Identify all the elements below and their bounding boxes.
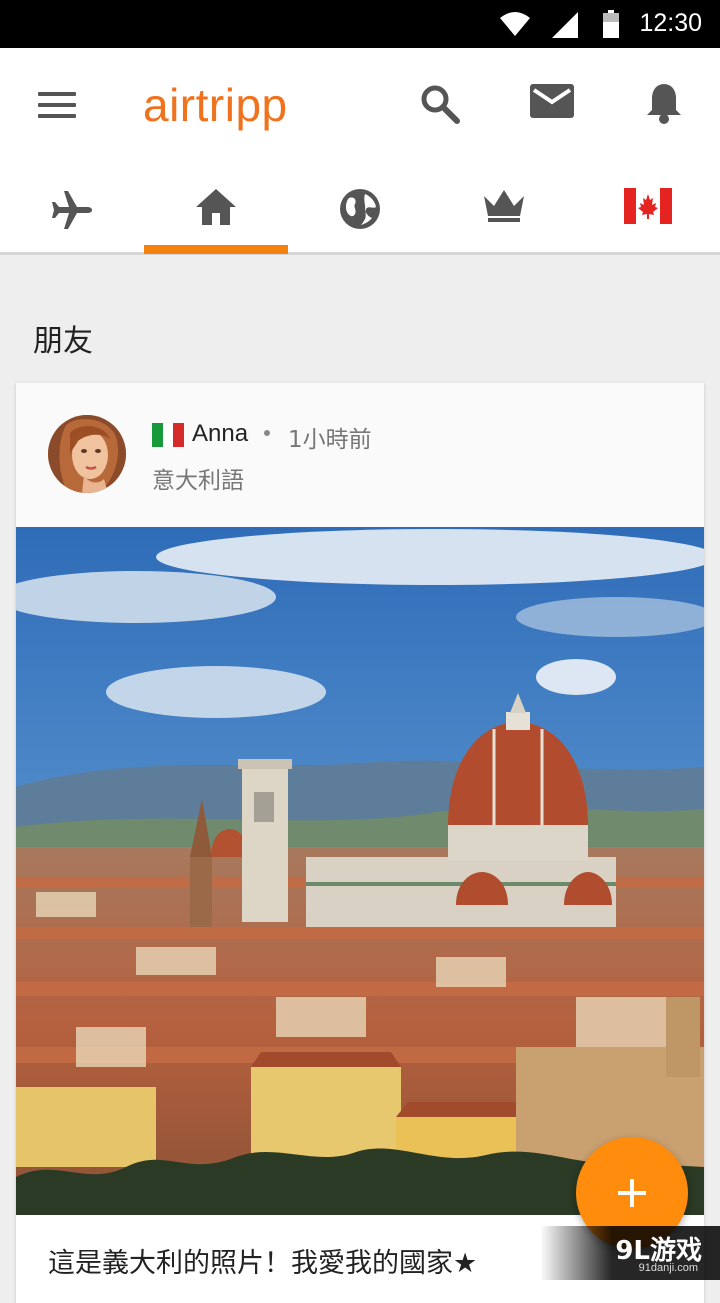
post-photo[interactable] (16, 527, 704, 1215)
section-title: 朋友 (33, 324, 93, 359)
app-bar: airtripp (0, 48, 720, 255)
status-bar: 12:30 (0, 0, 720, 48)
canada-flag-icon (624, 188, 672, 224)
battery-icon (603, 10, 619, 38)
globe-icon (340, 189, 380, 229)
post-author[interactable]: Anna (192, 420, 248, 448)
tab-premium[interactable] (432, 188, 576, 252)
plus-icon (618, 1179, 646, 1207)
search-icon[interactable] (420, 84, 460, 124)
tab-country[interactable] (576, 188, 720, 252)
menu-icon[interactable] (38, 92, 76, 118)
tab-explore[interactable] (288, 188, 432, 252)
avatar-image (48, 415, 126, 493)
status-time: 12:30 (639, 9, 702, 37)
bell-icon[interactable] (646, 82, 682, 124)
crown-icon (484, 190, 524, 222)
tab-home[interactable] (144, 188, 288, 252)
mail-icon[interactable] (530, 84, 574, 118)
tab-flights[interactable] (0, 188, 144, 252)
italy-flag-icon (152, 423, 185, 447)
post-language: 意大利語 (152, 468, 244, 494)
florence-cityscape-image (16, 527, 704, 1215)
airplane-icon (52, 191, 92, 229)
post-header: Anna 1小時前 意大利語 (16, 383, 704, 527)
post-caption: 這是義大利的照片！我愛我的國家★ (48, 1248, 478, 1279)
post-time: 1小時前 (288, 427, 372, 453)
cellular-signal-icon (552, 12, 578, 38)
wifi-icon (500, 12, 530, 36)
home-icon (196, 189, 236, 225)
watermark: 9L游戏 91danji.com (540, 1226, 720, 1280)
avatar[interactable] (48, 415, 126, 493)
tab-bar (0, 188, 720, 252)
active-tab-indicator (144, 245, 288, 254)
watermark-url: 91danji.com (638, 1262, 698, 1274)
app-logo: airtripp (143, 79, 288, 131)
separator-dot (264, 430, 270, 436)
